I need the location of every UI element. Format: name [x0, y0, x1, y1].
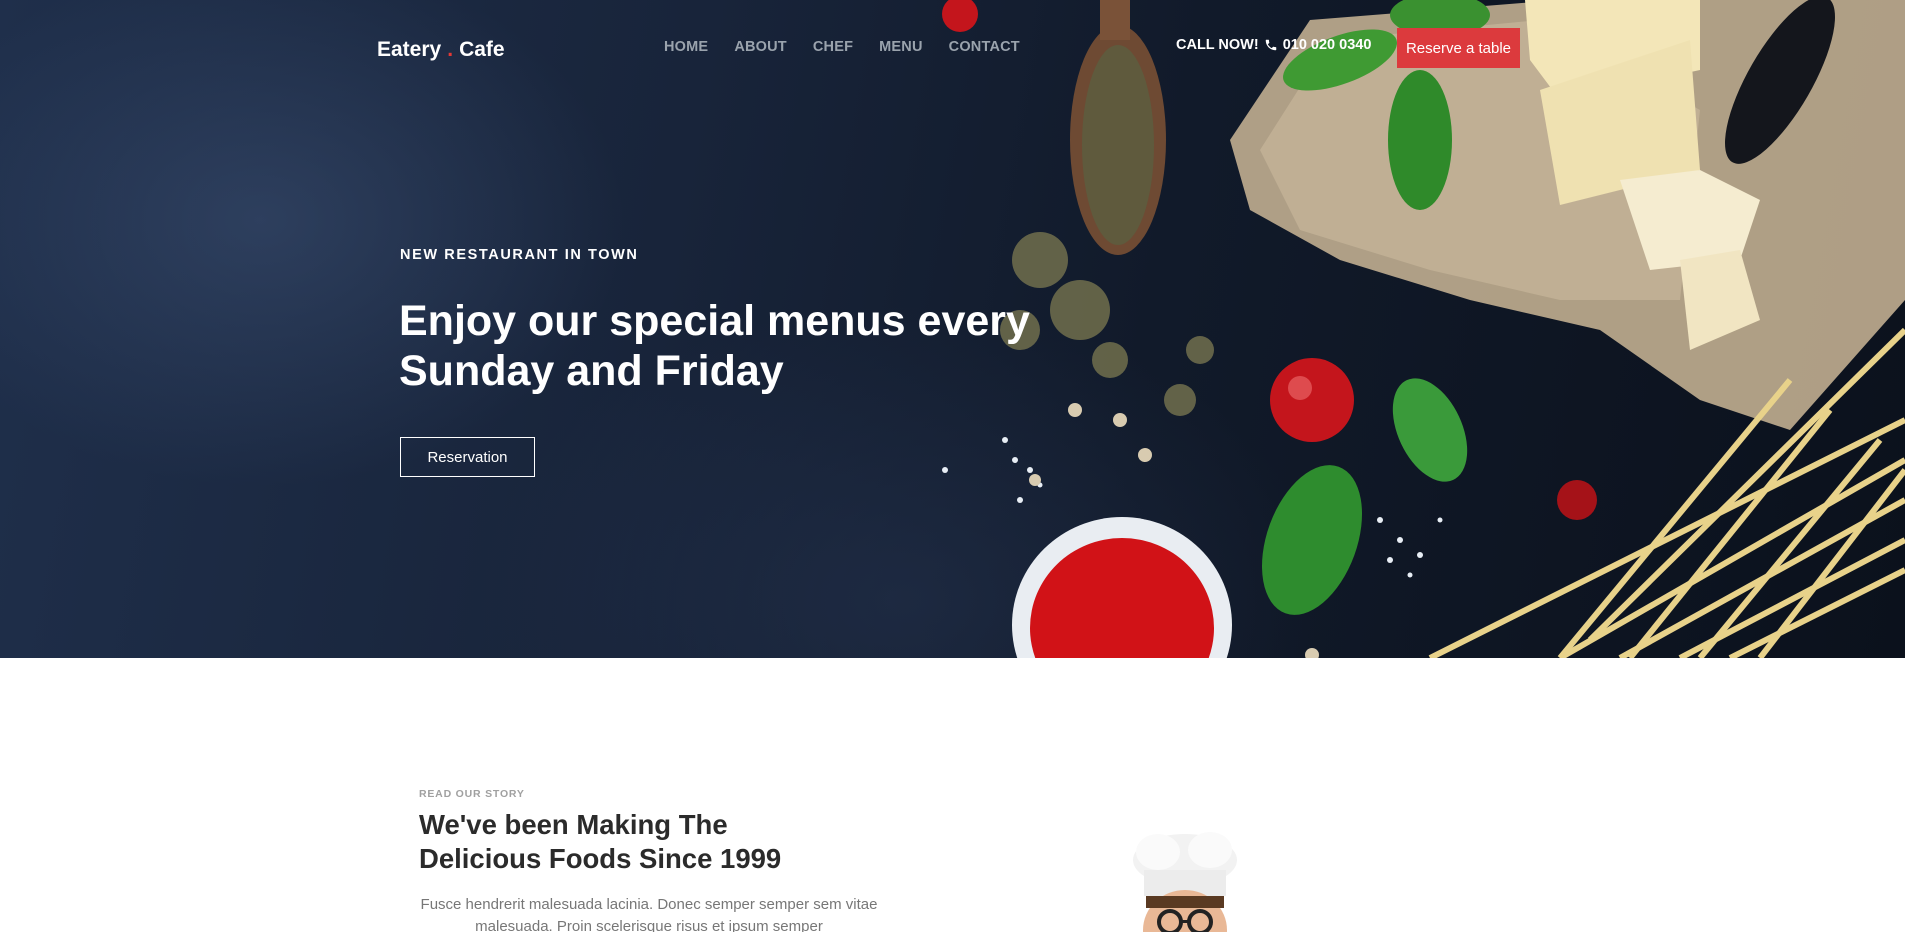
story-title-line2: Delicious Foods Since 1999	[419, 843, 782, 874]
hero-section: Eatery . Cafe HOME ABOUT CHEF MENU CONTA…	[0, 0, 1905, 658]
logo-text-left: Eatery	[377, 38, 442, 61]
nav-item-home[interactable]: HOME	[664, 39, 708, 55]
story-kicker: READ OUR STORY	[419, 788, 525, 800]
nav-item-about[interactable]: ABOUT	[734, 39, 787, 55]
call-now[interactable]: CALL NOW! 010 020 0340	[1176, 37, 1371, 53]
call-now-label: CALL NOW!	[1176, 37, 1259, 53]
nav-item-contact[interactable]: CONTACT	[949, 39, 1020, 55]
story-title: We've been Making The Delicious Foods Si…	[419, 808, 889, 876]
logo-text-right: Cafe	[459, 38, 505, 61]
main-nav: HOME ABOUT CHEF MENU CONTACT	[664, 39, 1020, 55]
phone-icon	[1265, 39, 1276, 51]
hero-headline: Enjoy our special menus every Sunday and…	[399, 296, 1099, 396]
hero-headline-line1: Enjoy our special menus every	[399, 297, 1030, 345]
nav-item-chef[interactable]: CHEF	[813, 39, 853, 55]
phone-number: 010 020 0340	[1282, 37, 1372, 53]
chef-image	[1133, 832, 1237, 932]
reservation-button[interactable]: Reservation	[400, 437, 535, 477]
story-title-line1: We've been Making The	[419, 809, 728, 840]
logo-dot: .	[447, 38, 454, 61]
story-text: Fusce hendrerit malesuada lacinia. Donec…	[420, 896, 878, 932]
site-logo[interactable]: Eatery . Cafe	[377, 37, 505, 63]
hero-eyebrow: NEW RESTAURANT IN TOWN	[400, 247, 639, 263]
nav-item-menu[interactable]: MENU	[879, 39, 923, 55]
hero-headline-line2: Sunday and Friday	[399, 347, 784, 395]
reserve-table-button[interactable]: Reserve a table	[1397, 28, 1520, 68]
